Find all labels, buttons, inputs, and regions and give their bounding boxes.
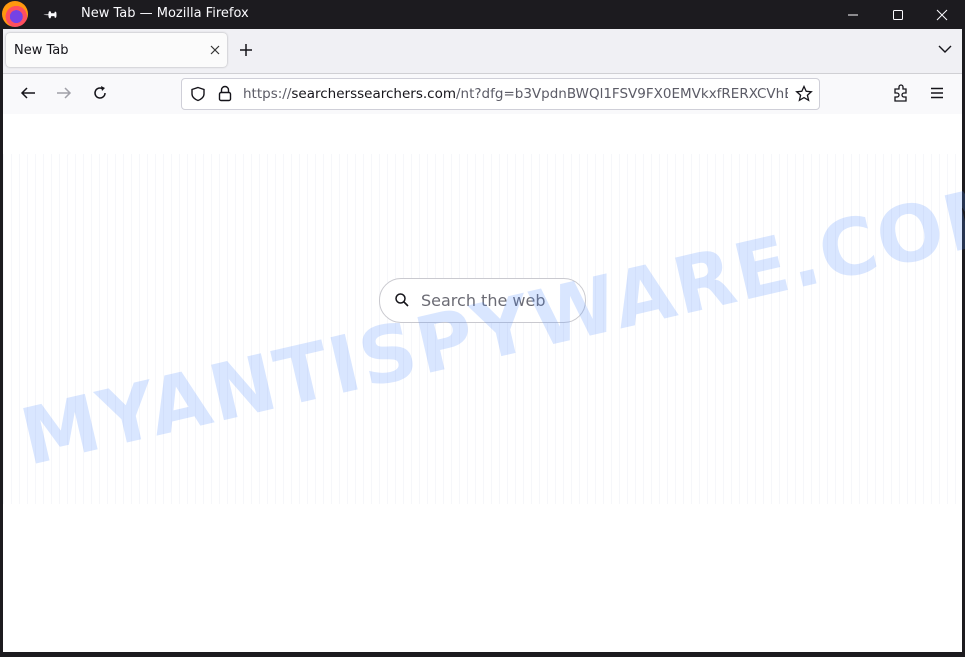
maximize-icon: [893, 9, 903, 20]
url-scheme: https://: [243, 86, 292, 102]
maximize-button[interactable]: [875, 0, 921, 29]
extensions-button[interactable]: [890, 82, 912, 104]
address-bar[interactable]: https://searcherssearchers.com/nt?dfg=b3…: [181, 78, 820, 110]
url-text[interactable]: https://searcherssearchers.com/nt?dfg=b3…: [243, 86, 788, 102]
new-tab-button[interactable]: [239, 38, 253, 62]
title-bar: 🖈 New Tab — Mozilla Firefox: [0, 0, 965, 29]
tracking-protection-shield-icon[interactable]: [190, 86, 206, 102]
page-content: Search the web MYANTISPYWARE.COM: [3, 114, 965, 652]
minimize-icon: [848, 14, 858, 15]
tab-close-button[interactable]: [210, 40, 220, 59]
close-icon: [210, 45, 220, 55]
url-domain: searcherssearchers.com: [291, 86, 456, 102]
forward-arrow-icon: [57, 87, 72, 99]
browser-window: 🖈 New Tab — Mozilla Firefox New Tab http…: [0, 0, 965, 657]
tab-title: New Tab: [14, 43, 69, 58]
window-title: New Tab — Mozilla Firefox: [81, 6, 249, 21]
puzzle-piece-icon: [894, 84, 907, 102]
tab-bar: New Tab: [3, 29, 962, 73]
close-window-button[interactable]: [919, 0, 965, 29]
list-all-tabs-button[interactable]: [938, 39, 952, 53]
plus-icon: [240, 44, 252, 56]
pin-icon[interactable]: 🖈: [38, 4, 62, 28]
back-button[interactable]: [17, 82, 39, 104]
navigation-toolbar: https://searcherssearchers.com/nt?dfg=b3…: [3, 73, 962, 115]
reload-button[interactable]: [89, 82, 111, 104]
hamburger-menu-icon: [931, 87, 943, 99]
tab-new-tab[interactable]: New Tab: [6, 33, 227, 67]
bookmark-star-icon[interactable]: [795, 85, 813, 103]
reload-icon: [94, 86, 106, 99]
chevron-down-icon: [938, 45, 952, 53]
minimize-button[interactable]: [830, 0, 876, 29]
url-path: /nt?dfg=b3VpdnBWQl1FSV9FX0EMVkxfRERXCVhB…: [455, 86, 788, 102]
close-icon: [936, 9, 948, 20]
lock-icon[interactable]: [218, 85, 232, 102]
forward-button: [53, 82, 75, 104]
app-menu-button[interactable]: [926, 82, 948, 104]
back-arrow-icon: [20, 87, 35, 99]
firefox-logo-icon: [2, 1, 28, 27]
